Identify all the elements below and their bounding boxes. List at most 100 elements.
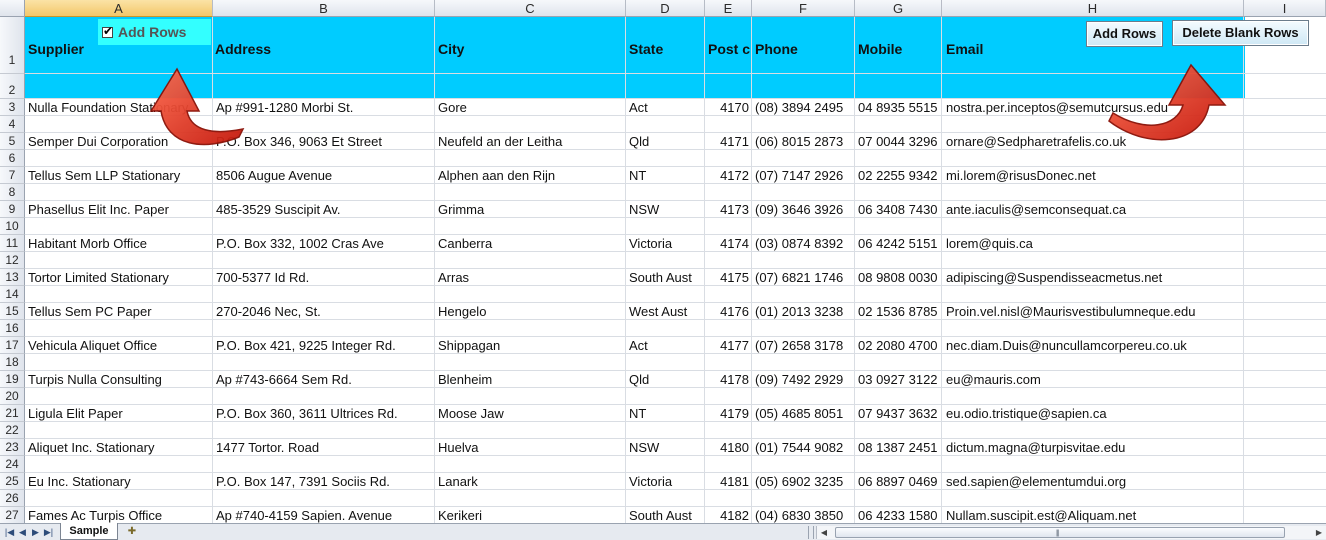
cell-state[interactable]: NSW <box>629 439 705 456</box>
row-header-9[interactable]: 9 <box>0 201 25 218</box>
row-header-25[interactable]: 25 <box>0 473 25 490</box>
row-header-22[interactable]: 22 <box>0 422 25 439</box>
cell-postcode[interactable]: 4177 <box>705 337 749 354</box>
cell-address[interactable]: 485-3529 Suscipit Av. <box>216 201 434 218</box>
scroll-left-icon[interactable]: ◀ <box>817 526 831 539</box>
column-header-d[interactable]: D <box>626 0 705 17</box>
cell-address[interactable]: P.O. Box 332, 1002 Cras Ave <box>216 235 434 252</box>
cell-address[interactable]: 700-5377 Id Rd. <box>216 269 434 286</box>
cell-state[interactable]: Act <box>629 99 705 116</box>
row-header-11[interactable]: 11 <box>0 235 25 252</box>
add-rows-checkbox[interactable]: ✔ Add Rows <box>98 19 211 45</box>
cell-email[interactable]: ante.iaculis@semconsequat.ca <box>946 201 1246 218</box>
row-header-5[interactable]: 5 <box>0 133 25 150</box>
cell-address[interactable]: P.O. Box 147, 7391 Sociis Rd. <box>216 473 434 490</box>
row-header-19[interactable]: 19 <box>0 371 25 388</box>
row-header-2[interactable]: 2 <box>0 74 25 99</box>
cell-state[interactable]: Qld <box>629 133 705 150</box>
row-header-21[interactable]: 21 <box>0 405 25 422</box>
header-state[interactable]: State <box>629 41 663 57</box>
cell-postcode[interactable]: 4171 <box>705 133 749 150</box>
header-city[interactable]: City <box>438 41 464 57</box>
scroll-thumb[interactable]: ||| <box>835 527 1285 538</box>
cell-city[interactable]: Huelva <box>438 439 625 456</box>
first-sheet-icon[interactable]: |◀ <box>4 526 15 538</box>
row-header-16[interactable]: 16 <box>0 320 25 337</box>
header-mobile[interactable]: Mobile <box>858 41 902 57</box>
horizontal-scrollbar[interactable]: ◀ ||| ▶ <box>816 526 1326 539</box>
cell-city[interactable]: Arras <box>438 269 625 286</box>
add-rows-checkbox-label[interactable]: Add Rows <box>118 24 186 40</box>
next-sheet-icon[interactable]: ▶ <box>30 526 41 538</box>
checkbox-box[interactable]: ✔ <box>102 25 113 38</box>
row-header-26[interactable]: 26 <box>0 490 25 507</box>
column-header-a[interactable]: A <box>25 0 213 17</box>
cell-city[interactable]: Grimma <box>438 201 625 218</box>
cell-phone[interactable]: (01) 7544 9082 <box>755 439 855 456</box>
cell-postcode[interactable]: 4176 <box>705 303 749 320</box>
cell-phone[interactable]: (03) 0874 8392 <box>755 235 855 252</box>
cell-email[interactable]: eu.odio.tristique@sapien.ca <box>946 405 1246 422</box>
cell-postcode[interactable]: 4173 <box>705 201 749 218</box>
select-all-corner[interactable] <box>0 0 25 17</box>
cell-email[interactable]: mi.lorem@risusDonec.net <box>946 167 1246 184</box>
cell-mobile[interactable]: 06 8897 0469 <box>858 473 942 490</box>
cell-address[interactable]: Ap #740-4159 Sapien. Avenue <box>216 507 434 523</box>
sheet-grid[interactable]: Supplier Address City State Post c Phone… <box>25 17 1326 523</box>
cell-mobile[interactable]: 03 0927 3122 <box>858 371 942 388</box>
header-postcode[interactable]: Post c <box>708 41 750 57</box>
row-header-1[interactable]: 1 <box>0 17 25 74</box>
cell-phone[interactable]: (01) 2013 3238 <box>755 303 855 320</box>
cell-mobile[interactable]: 08 9808 0030 <box>858 269 942 286</box>
tab-split-handle[interactable] <box>808 526 814 539</box>
cell-supplier[interactable]: Fames Ac Turpis Office <box>28 507 212 523</box>
scroll-right-icon[interactable]: ▶ <box>1312 526 1326 539</box>
cell-phone[interactable]: (05) 6902 3235 <box>755 473 855 490</box>
cell-supplier[interactable]: Vehicula Aliquet Office <box>28 337 212 354</box>
cell-supplier[interactable]: Tellus Sem PC Paper <box>28 303 212 320</box>
cell-phone[interactable]: (07) 2658 3178 <box>755 337 855 354</box>
cell-email[interactable]: lorem@quis.ca <box>946 235 1246 252</box>
row-header-7[interactable]: 7 <box>0 167 25 184</box>
cell-phone[interactable]: (08) 3894 2495 <box>755 99 855 116</box>
cell-city[interactable]: Blenheim <box>438 371 625 388</box>
cell-supplier[interactable]: Ligula Elit Paper <box>28 405 212 422</box>
cell-postcode[interactable]: 4175 <box>705 269 749 286</box>
cell-city[interactable]: Gore <box>438 99 625 116</box>
column-header-i[interactable]: I <box>1244 0 1326 17</box>
cell-phone[interactable]: (09) 7492 2929 <box>755 371 855 388</box>
cell-city[interactable]: Shippagan <box>438 337 625 354</box>
cell-supplier[interactable]: Aliquet Inc. Stationary <box>28 439 212 456</box>
row-header-6[interactable]: 6 <box>0 150 25 167</box>
cell-state[interactable]: Qld <box>629 371 705 388</box>
cell-state[interactable]: South Aust <box>629 269 705 286</box>
row-header-4[interactable]: 4 <box>0 116 25 133</box>
cell-city[interactable]: Canberra <box>438 235 625 252</box>
cell-city[interactable]: Neufeld an der Leitha <box>438 133 625 150</box>
cell-mobile[interactable]: 04 8935 5515 <box>858 99 942 116</box>
column-header-c[interactable]: C <box>435 0 626 17</box>
cell-phone[interactable]: (07) 6821 1746 <box>755 269 855 286</box>
cell-state[interactable]: South Aust <box>629 507 705 523</box>
cell-mobile[interactable]: 06 3408 7430 <box>858 201 942 218</box>
add-rows-button[interactable]: Add Rows <box>1086 21 1163 47</box>
cell-email[interactable]: Proin.vel.nisl@Maurisvestibulumneque.edu <box>946 303 1246 320</box>
cell-state[interactable]: NT <box>629 405 705 422</box>
header-phone[interactable]: Phone <box>755 41 798 57</box>
cell-address[interactable]: 270-2046 Nec, St. <box>216 303 434 320</box>
cell-email[interactable]: sed.sapien@elementumdui.org <box>946 473 1246 490</box>
cell-state[interactable]: NT <box>629 167 705 184</box>
cell-email[interactable]: adipiscing@Suspendisseacmetus.net <box>946 269 1246 286</box>
cell-mobile[interactable]: 02 1536 8785 <box>858 303 942 320</box>
cell-mobile[interactable]: 08 1387 2451 <box>858 439 942 456</box>
sheet-tab-sample[interactable]: Sample <box>60 523 118 540</box>
cell-address[interactable]: P.O. Box 421, 9225 Integer Rd. <box>216 337 434 354</box>
cell-city[interactable]: Moose Jaw <box>438 405 625 422</box>
cell-city[interactable]: Kerikeri <box>438 507 625 523</box>
column-header-h[interactable]: H <box>942 0 1244 17</box>
cell-state[interactable]: Victoria <box>629 235 705 252</box>
last-sheet-icon[interactable]: ▶| <box>43 526 54 538</box>
cell-email[interactable]: dictum.magna@turpisvitae.edu <box>946 439 1246 456</box>
cell-supplier[interactable]: Habitant Morb Office <box>28 235 212 252</box>
cell-postcode[interactable]: 4174 <box>705 235 749 252</box>
